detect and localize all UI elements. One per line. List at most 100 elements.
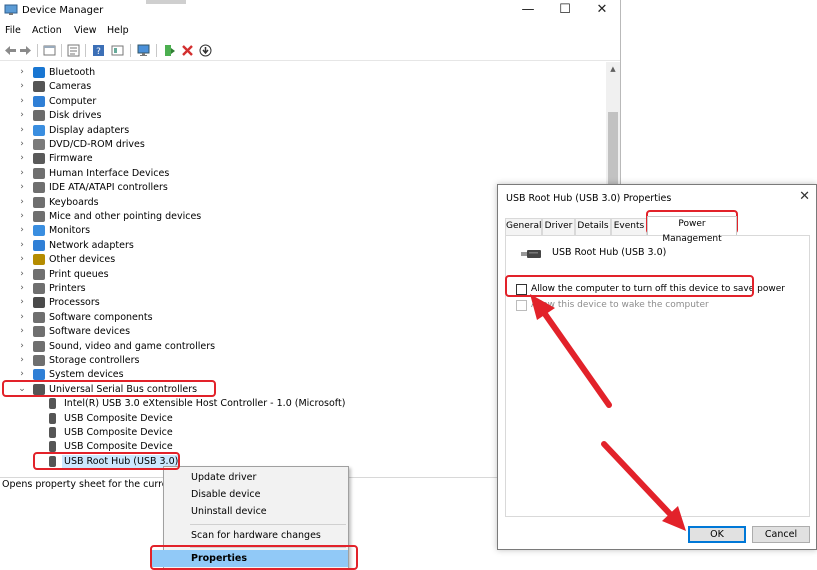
titlebar-artifact: [146, 0, 186, 4]
toolbar-separator: [61, 44, 62, 57]
download-icon[interactable]: [198, 43, 213, 58]
forward-icon[interactable]: [18, 43, 33, 58]
tab-events[interactable]: Events: [611, 218, 647, 235]
menu-properties[interactable]: Properties: [151, 550, 348, 567]
cancel-button[interactable]: Cancel: [752, 526, 810, 543]
software-device-icon: [33, 326, 45, 338]
chevron-right-icon[interactable]: ›: [17, 312, 27, 322]
menu-uninstall-device[interactable]: Uninstall device: [164, 503, 348, 520]
tab-power-management[interactable]: Power Management: [647, 216, 737, 244]
allow-turn-off-option[interactable]: Allow the computer to turn off this devi…: [516, 283, 806, 297]
dialog-close-button[interactable]: ✕: [799, 189, 810, 204]
disk-icon: [33, 110, 45, 122]
camera-icon: [33, 81, 45, 93]
allow-turn-off-label: Allow the computer to turn off this devi…: [531, 284, 785, 294]
allow-wake-option: Allow this device to wake the computer: [516, 299, 806, 313]
menu-separator: [190, 524, 346, 525]
tree-item-label: IDE ATA/ATAPI controllers: [49, 182, 168, 194]
system-device-icon: [33, 369, 45, 381]
menu-update-driver[interactable]: Update driver: [164, 469, 348, 486]
tree-item-disk-drives[interactable]: › Disk drives: [0, 109, 600, 123]
tree-item-label: Software devices: [49, 326, 131, 338]
chevron-right-icon[interactable]: ›: [17, 283, 27, 293]
tree-item-label: USB Composite Device: [64, 427, 173, 438]
tree-item-label: DVD/CD-ROM drives: [49, 139, 145, 150]
back-icon[interactable]: [3, 43, 18, 58]
chevron-right-icon[interactable]: ›: [17, 168, 27, 178]
chevron-right-icon[interactable]: ›: [17, 211, 27, 221]
chevron-right-icon[interactable]: ›: [17, 197, 27, 207]
menu-file[interactable]: File: [5, 25, 21, 36]
chevron-right-icon[interactable]: ›: [17, 139, 27, 149]
scroll-up-arrow[interactable]: ▲: [606, 62, 620, 76]
chevron-right-icon[interactable]: ›: [17, 355, 27, 365]
update-driver-icon[interactable]: [162, 43, 177, 58]
tree-item-dvd-cd-rom-drives[interactable]: › DVD/CD-ROM drives: [0, 138, 600, 152]
tree-item-cameras[interactable]: › Cameras: [0, 80, 600, 94]
view-icon[interactable]: [42, 43, 57, 58]
bluetooth-icon: [33, 67, 45, 78]
chevron-right-icon[interactable]: ›: [17, 153, 27, 163]
chevron-down-icon[interactable]: ⌄: [17, 384, 27, 394]
tab-driver[interactable]: Driver: [542, 218, 575, 235]
firmware-icon: [33, 153, 45, 165]
usb-device-icon: [49, 455, 56, 467]
minimize-button[interactable]: —: [510, 0, 546, 22]
properties-dialog: USB Root Hub (USB 3.0) Properties ✕ Gene…: [497, 184, 817, 550]
chevron-right-icon[interactable]: ›: [17, 269, 27, 279]
menu-scan-hardware[interactable]: Scan for hardware changes: [164, 527, 348, 544]
tree-item-label: Other devices: [49, 254, 116, 266]
computer-icon: [33, 95, 45, 107]
chevron-right-icon[interactable]: ›: [17, 297, 27, 307]
menu-help[interactable]: Help: [107, 25, 129, 36]
tree-item-label: Storage controllers: [49, 355, 140, 366]
chevron-right-icon[interactable]: ›: [17, 341, 27, 351]
tree-item-label: Display adapters: [49, 124, 130, 136]
uninstall-icon[interactable]: [180, 43, 195, 58]
tree-item-firmware[interactable]: › Firmware: [0, 152, 600, 166]
menu-bar: File Action View Help: [0, 23, 620, 40]
monitor-icon: [33, 225, 45, 237]
tab-details[interactable]: Details: [575, 218, 611, 235]
toolbar-separator: [85, 44, 86, 57]
help-icon[interactable]: ?: [91, 43, 106, 58]
toolbar: ?: [0, 41, 620, 61]
properties-icon[interactable]: [66, 43, 81, 58]
ide-icon: [33, 182, 45, 194]
menu-action[interactable]: Action: [32, 25, 62, 36]
chevron-right-icon[interactable]: ›: [17, 110, 27, 120]
allow-turn-off-checkbox[interactable]: [516, 284, 527, 295]
dvd-icon: [33, 139, 45, 150]
menu-disable-device[interactable]: Disable device: [164, 486, 348, 503]
chevron-right-icon[interactable]: ›: [17, 225, 27, 235]
chevron-right-icon[interactable]: ›: [17, 81, 27, 91]
console-icon[interactable]: [110, 43, 125, 58]
tree-item-label: Intel(R) USB 3.0 eXtensible Host Control…: [64, 398, 346, 410]
processor-icon: [33, 297, 45, 309]
ok-button[interactable]: OK: [688, 526, 746, 543]
allow-wake-label: Allow this device to wake the computer: [531, 300, 709, 310]
chevron-right-icon[interactable]: ›: [17, 369, 27, 379]
tree-item-label: Universal Serial Bus controllers: [49, 383, 198, 395]
tree-item-label: Cameras: [49, 81, 92, 93]
maximize-button[interactable]: ☐: [547, 0, 583, 22]
chevron-right-icon[interactable]: ›: [17, 67, 27, 77]
tree-item-display-adapters[interactable]: › Display adapters: [0, 124, 600, 138]
tree-item-computer[interactable]: › Computer: [0, 95, 600, 109]
chevron-right-icon[interactable]: ›: [17, 240, 27, 250]
chevron-right-icon[interactable]: ›: [17, 254, 27, 264]
usb-icon: [33, 383, 45, 395]
tab-general[interactable]: General: [505, 218, 542, 235]
menu-separator: [190, 547, 346, 548]
chevron-right-icon[interactable]: ›: [17, 96, 27, 106]
tree-item-bluetooth[interactable]: › Bluetooth: [0, 66, 600, 80]
chevron-right-icon[interactable]: ›: [17, 125, 27, 135]
tree-item-human-interface-devices[interactable]: › Human Interface Devices: [0, 167, 600, 181]
chevron-right-icon[interactable]: ›: [17, 182, 27, 192]
context-menu: Update driver Disable device Uninstall d…: [151, 466, 349, 570]
close-button[interactable]: ✕: [584, 0, 620, 22]
menu-view[interactable]: View: [74, 25, 97, 36]
monitor-icon[interactable]: [136, 43, 151, 58]
chevron-right-icon[interactable]: ›: [17, 326, 27, 336]
tree-item-label: USB Composite Device: [64, 441, 173, 453]
